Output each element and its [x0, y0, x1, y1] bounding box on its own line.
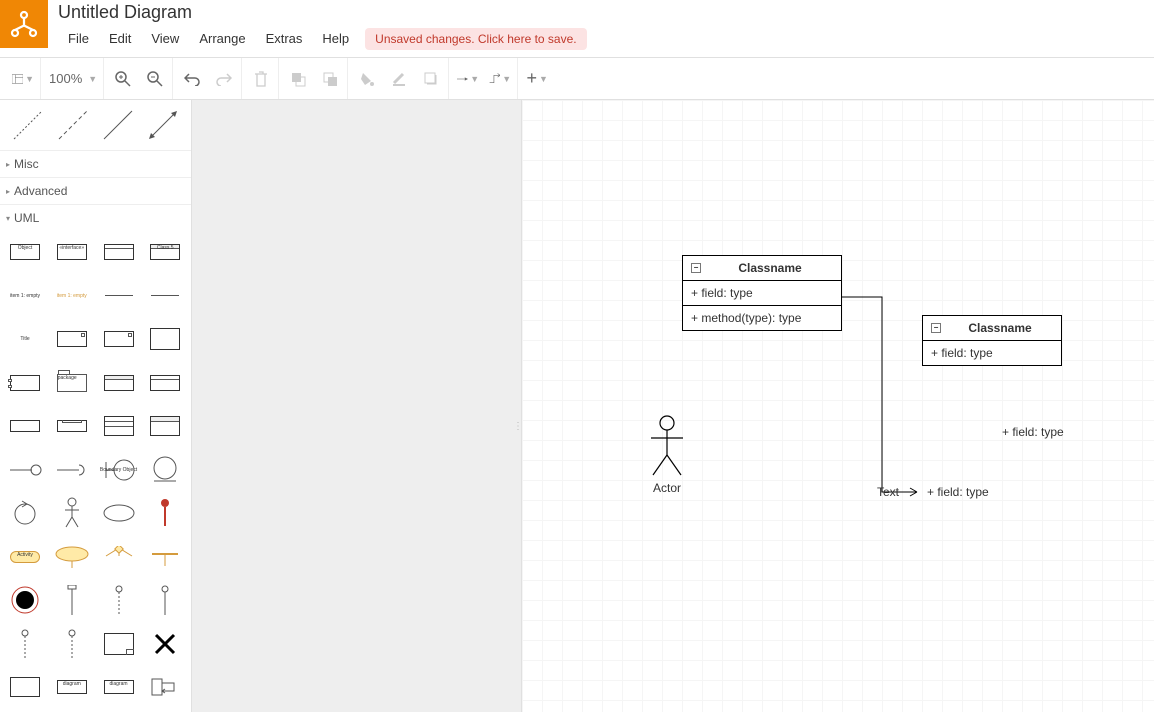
- shape-interface[interactable]: «interface»: [53, 237, 91, 267]
- section-misc[interactable]: ▸Misc: [0, 150, 191, 177]
- shape-package[interactable]: package: [53, 368, 91, 398]
- zoom-level[interactable]: 100%▼: [49, 71, 97, 86]
- shape-frame[interactable]: [100, 629, 138, 659]
- shape-pin[interactable]: [146, 498, 184, 528]
- menu-bar: File Edit View Arrange Extras Help Unsav…: [58, 27, 1154, 50]
- fill-color-button[interactable]: [356, 68, 378, 90]
- shape-line[interactable]: [99, 110, 137, 140]
- shape-branch[interactable]: [100, 542, 138, 572]
- shapes-sidebar: ▸Misc ▸Advanced ▾UML Object «interface» …: [0, 100, 192, 712]
- shape-dashed-line[interactable]: [54, 110, 92, 140]
- line-color-button[interactable]: [388, 68, 410, 90]
- shape-usecase[interactable]: [100, 498, 138, 528]
- shape-control[interactable]: [6, 498, 44, 528]
- shape-rect[interactable]: [6, 411, 44, 441]
- shape-merge[interactable]: [146, 542, 184, 572]
- view-mode-button[interactable]: ▼: [12, 68, 34, 90]
- shape-actor[interactable]: [53, 498, 91, 528]
- shape-composite[interactable]: [53, 542, 91, 572]
- shape-module[interactable]: [6, 368, 44, 398]
- shape-note[interactable]: [6, 672, 44, 702]
- shape-activity[interactable]: Activity: [6, 542, 44, 572]
- shape-object[interactable]: Object: [6, 237, 44, 267]
- shape-lifeline4[interactable]: [53, 629, 91, 659]
- delete-button[interactable]: [250, 68, 272, 90]
- menu-arrange[interactable]: Arrange: [189, 27, 255, 50]
- collapse-icon[interactable]: −: [691, 263, 701, 273]
- zoom-in-button[interactable]: [112, 68, 134, 90]
- shadow-button[interactable]: [420, 68, 442, 90]
- shape-lifeline2[interactable]: [146, 585, 184, 615]
- section-uml[interactable]: ▾UML: [0, 204, 191, 231]
- canvas-actor[interactable]: Actor: [647, 415, 687, 495]
- shape-selfcall[interactable]: [146, 672, 184, 702]
- canvas-connector[interactable]: [842, 297, 927, 497]
- shape-item-label2[interactable]: item 1: empty: [53, 281, 91, 311]
- shape-lifeline3[interactable]: [6, 629, 44, 659]
- menu-edit[interactable]: Edit: [99, 27, 141, 50]
- section-advanced[interactable]: ▸Advanced: [0, 177, 191, 204]
- save-notice[interactable]: Unsaved changes. Click here to save.: [365, 28, 586, 50]
- shape-bar[interactable]: [53, 585, 91, 615]
- connector-label[interactable]: Text: [877, 485, 899, 499]
- menu-extras[interactable]: Extras: [256, 27, 313, 50]
- shape-boundary[interactable]: Boundary Object: [100, 455, 138, 485]
- menu-help[interactable]: Help: [312, 27, 359, 50]
- shape-divider2[interactable]: [146, 281, 184, 311]
- shape-component2[interactable]: [100, 324, 138, 354]
- shape-item-label[interactable]: item 1: empty: [6, 281, 44, 311]
- shape-dotted-line[interactable]: [9, 110, 47, 140]
- connection-button[interactable]: ▼: [457, 68, 479, 90]
- shape-diagram2[interactable]: diagram: [100, 672, 138, 702]
- zoom-out-button[interactable]: [144, 68, 166, 90]
- shape-class3[interactable]: [100, 237, 138, 267]
- shape-entity[interactable]: [146, 455, 184, 485]
- shape-title[interactable]: Title: [6, 324, 44, 354]
- waypoint-button[interactable]: ▼: [489, 68, 511, 90]
- shape-diagram[interactable]: diagram: [53, 672, 91, 702]
- redo-button[interactable]: [213, 68, 235, 90]
- shape-component[interactable]: [53, 324, 91, 354]
- shape-socket[interactable]: [53, 455, 91, 485]
- to-back-button[interactable]: [319, 68, 341, 90]
- outline-pane: ⋮⋮: [192, 100, 522, 712]
- uml-shapes-grid: Object «interface» Class 5 item 1: empty…: [0, 231, 191, 712]
- canvas-class-2[interactable]: −Classname + field: type: [922, 315, 1062, 366]
- shape-table[interactable]: [100, 368, 138, 398]
- shape-class5[interactable]: Class 5: [146, 237, 184, 267]
- shape-lollipop[interactable]: [6, 455, 44, 485]
- shape-destroy[interactable]: [146, 629, 184, 659]
- actor-label: Actor: [647, 481, 687, 495]
- collapse-icon[interactable]: −: [931, 323, 941, 333]
- shape-table2[interactable]: [146, 368, 184, 398]
- toolbar: ▼ 100%▼ ▼ ▼: [0, 58, 1154, 100]
- shape-table3[interactable]: [100, 411, 138, 441]
- undo-button[interactable]: [181, 68, 203, 90]
- canvas-field-floating-1[interactable]: + field: type: [1002, 425, 1064, 439]
- shape-divider[interactable]: [100, 281, 138, 311]
- shape-lifeline[interactable]: [100, 585, 138, 615]
- app-logo[interactable]: [0, 0, 48, 48]
- document-title[interactable]: Untitled Diagram: [58, 2, 1154, 23]
- canvas-class-1[interactable]: −Classname + field: type + method(type):…: [682, 255, 842, 331]
- canvas-field-floating-2[interactable]: + field: type: [927, 485, 989, 499]
- shape-rect2[interactable]: [53, 411, 91, 441]
- shape-block[interactable]: [146, 324, 184, 354]
- shape-initial[interactable]: [6, 585, 44, 615]
- shape-bidir-arrow[interactable]: [144, 110, 182, 140]
- menu-file[interactable]: File: [58, 27, 99, 50]
- shape-table4[interactable]: [146, 411, 184, 441]
- canvas[interactable]: −Classname + field: type + method(type):…: [522, 100, 1154, 712]
- insert-button[interactable]: +▼: [526, 68, 548, 90]
- menu-view[interactable]: View: [141, 27, 189, 50]
- to-front-button[interactable]: [287, 68, 309, 90]
